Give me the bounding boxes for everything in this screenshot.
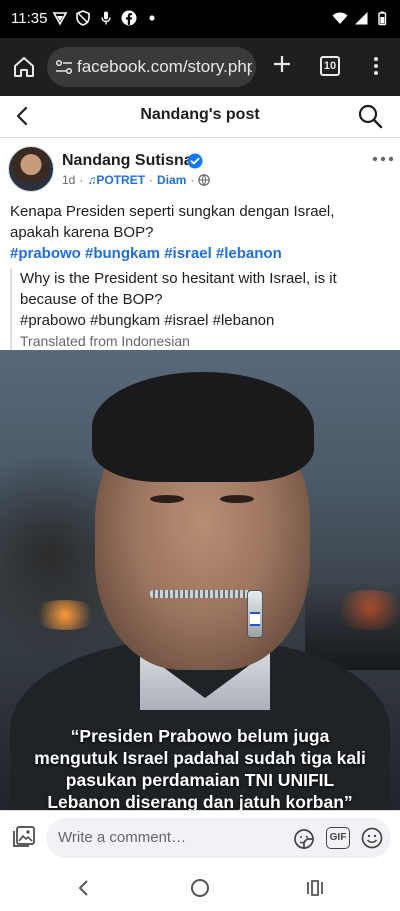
nav-home-icon[interactable] — [191, 879, 209, 897]
nav-recents-icon[interactable] — [306, 879, 324, 897]
browser-toolbar: facebook.com/story.php 10 — [0, 38, 400, 96]
globe-icon — [198, 174, 211, 186]
vpn-icon — [52, 12, 68, 26]
comment-input[interactable]: Write a comment… GIF — [46, 818, 391, 858]
translation-line: Why is the President so hesitant with Is… — [20, 270, 337, 287]
photo-icon[interactable] — [12, 825, 36, 849]
status-system-icons — [332, 10, 390, 26]
gif-button[interactable]: GIF — [326, 827, 350, 849]
translation-line: because of the BOP? — [20, 291, 163, 308]
emoji-icon[interactable] — [360, 826, 384, 850]
dot-icon — [149, 15, 155, 21]
signal-icon — [355, 12, 368, 25]
post-header: Nandang's post — [0, 96, 400, 138]
plus-icon[interactable] — [270, 52, 294, 76]
image-caption: “Presiden Prabowo belum juga mengutuk Is… — [34, 726, 366, 810]
image-hair — [92, 372, 314, 482]
image-eye — [150, 495, 184, 503]
status-notification-icons — [52, 10, 160, 26]
more-vert-icon[interactable] — [366, 54, 386, 78]
avatar[interactable] — [8, 146, 54, 192]
post-image[interactable]: “Presiden Prabowo belum juga mengutuk Is… — [0, 350, 400, 810]
comment-placeholder[interactable]: Write a comment… — [58, 829, 186, 846]
verified-badge-icon — [187, 153, 203, 169]
post-text-line: apakah karena BOP? — [10, 224, 154, 241]
battery-icon — [378, 11, 387, 26]
search-icon[interactable] — [357, 103, 383, 129]
home-icon[interactable] — [11, 54, 37, 80]
meta-separator: · — [190, 173, 195, 187]
translation-block: Why is the President so hesitant with Is… — [10, 268, 390, 352]
meta-separator: · — [149, 173, 154, 187]
url-settings-icon[interactable] — [55, 59, 73, 75]
post-text: Kenapa Presiden seperti sungkan dengan I… — [10, 201, 390, 264]
status-bar: 11:35 — [0, 0, 400, 38]
post-text-line: Kenapa Presiden seperti sungkan dengan I… — [10, 203, 335, 220]
image-flag — [250, 612, 260, 626]
image-eye — [220, 495, 254, 503]
status-time: 11:35 — [11, 10, 48, 27]
wifi-icon — [332, 12, 348, 24]
sticker-icon[interactable] — [292, 827, 316, 851]
tab-switcher-button[interactable]: 10 — [320, 56, 340, 76]
page-title: Nandang's post — [140, 106, 260, 123]
more-horiz-icon[interactable] — [372, 154, 394, 164]
translated-note[interactable]: Translated from Indonesian — [20, 331, 390, 352]
music-extra[interactable]: Diam — [157, 173, 186, 187]
shield-icon — [76, 10, 90, 26]
image-zipper — [150, 590, 260, 598]
comment-bar: Write a comment… GIF — [0, 810, 400, 865]
post-meta: 1d · ♫POTRET · Diam · — [62, 173, 211, 187]
facebook-notification-icon — [121, 10, 137, 26]
image-fire — [30, 600, 100, 630]
nav-back-icon[interactable] — [76, 879, 92, 897]
meta-separator: · — [79, 173, 84, 187]
author-name[interactable]: Nandang Sutisna — [62, 152, 193, 170]
system-nav-bar — [0, 865, 400, 911]
mic-icon — [101, 11, 111, 25]
music-link[interactable]: ♫POTRET — [87, 173, 145, 187]
post-time[interactable]: 1d — [62, 173, 75, 187]
url-text[interactable]: facebook.com/story.php — [77, 57, 252, 77]
post-card: Nandang Sutisna 1d · ♫POTRET · Diam · Ke… — [0, 138, 400, 810]
address-bar[interactable]: facebook.com/story.php — [47, 47, 256, 87]
translation-hashtags: #prabowo #bungkam #israel #lebanon — [20, 312, 275, 329]
post-hashtags[interactable]: #prabowo #bungkam #israel #lebanon — [10, 243, 390, 264]
